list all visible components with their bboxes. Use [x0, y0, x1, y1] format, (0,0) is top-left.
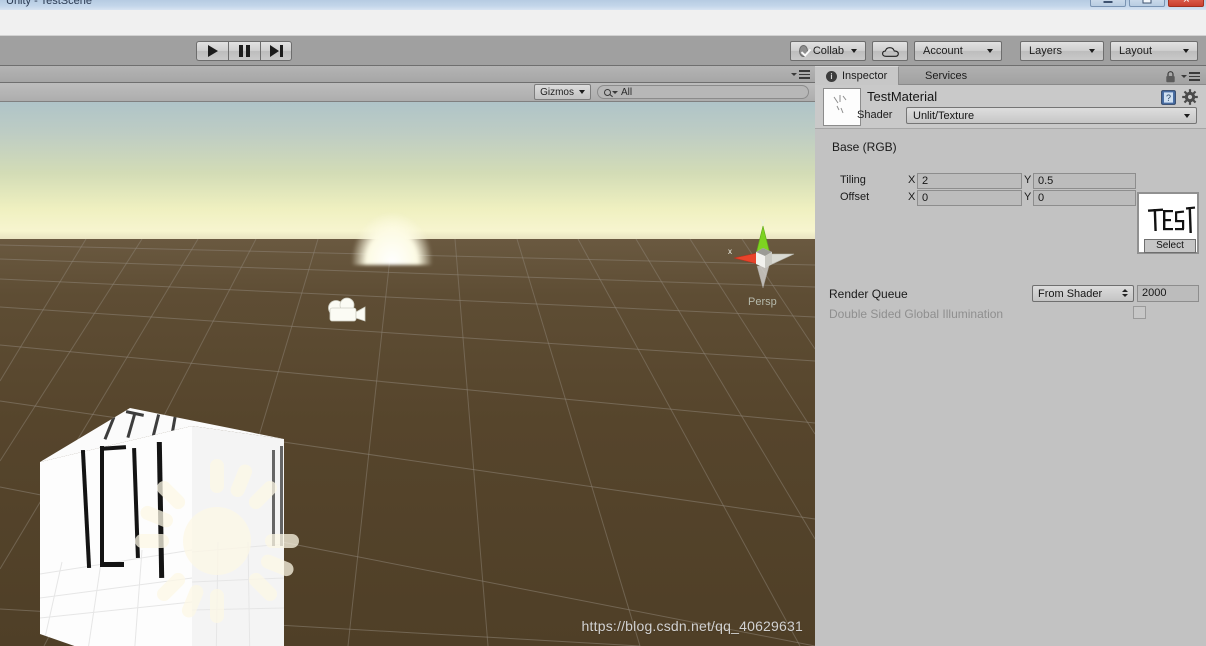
- toolbar-right-group: Collab Account Layers Layout: [790, 41, 1198, 61]
- hamburger-icon: [799, 70, 810, 79]
- double-sided-gi-checkbox[interactable]: [1133, 306, 1146, 319]
- scene-search-input[interactable]: All: [597, 85, 809, 99]
- os-title-bar: Unity - TestScene ✕: [0, 0, 1206, 10]
- axis-negy-cone: [756, 265, 770, 289]
- account-button[interactable]: Account: [914, 41, 1002, 61]
- tab-inspector[interactable]: i Inspector: [815, 66, 900, 85]
- tiling-x-axis-label: X: [908, 174, 916, 186]
- camera-gizmo-icon[interactable]: [324, 296, 370, 326]
- gizmos-label: Gizmos: [540, 86, 574, 98]
- step-icon: [269, 45, 283, 57]
- tiling-y-axis-label: Y: [1024, 174, 1032, 186]
- tiling-x-input[interactable]: 2: [917, 173, 1022, 189]
- chevron-down-icon: [1181, 74, 1187, 78]
- tiling-label: Tiling: [840, 174, 866, 186]
- minimize-button[interactable]: [1090, 0, 1126, 7]
- menu-strip: [0, 10, 1206, 36]
- cloud-icon: [881, 46, 899, 57]
- layers-button[interactable]: Layers: [1020, 41, 1104, 61]
- material-header: TestMaterial ? Shader Unlit/Texture: [815, 85, 1206, 129]
- tiling-y-input[interactable]: 0.5: [1033, 173, 1136, 189]
- tab-services-label: Services: [925, 69, 968, 82]
- svg-text:y: y: [761, 217, 765, 226]
- step-button[interactable]: [260, 41, 292, 61]
- scene-view-panel: Gizmos All y x Persp https://blog.csdn.n…: [0, 66, 815, 646]
- chevron-down-icon: [1089, 49, 1095, 53]
- window-title: Unity - TestScene: [6, 0, 93, 7]
- material-properties: Base (RGB) Tiling X 2 Y 0.5 Offset X 0 Y…: [815, 129, 1206, 646]
- offset-label: Offset: [840, 191, 870, 203]
- play-icon: [207, 45, 218, 57]
- close-button[interactable]: ✕: [1168, 0, 1204, 7]
- scene-viewport[interactable]: y x Persp https://blog.csdn.net/qq_40629…: [0, 102, 815, 646]
- chevron-down-icon: [612, 90, 618, 94]
- material-name: TestMaterial: [867, 89, 938, 104]
- gizmos-dropdown[interactable]: Gizmos: [534, 84, 591, 100]
- tab-services[interactable]: Services: [914, 66, 978, 85]
- shader-dropdown[interactable]: Unlit/Texture: [906, 107, 1197, 124]
- offset-y-axis-label: Y: [1024, 191, 1032, 203]
- inspector-menu-button[interactable]: [1181, 72, 1200, 81]
- play-button[interactable]: [196, 41, 228, 61]
- chevron-down-icon: [851, 49, 857, 53]
- chevron-down-icon: [579, 90, 585, 94]
- layout-label: Layout: [1119, 45, 1153, 57]
- inspector-panel: i Inspector Services TestMaterial ? Shad…: [815, 66, 1206, 646]
- offset-x-input[interactable]: 0: [917, 190, 1022, 206]
- chevron-down-icon: [791, 72, 797, 76]
- perspective-label[interactable]: Persp: [748, 296, 777, 308]
- render-queue-label: Render Queue: [829, 287, 908, 301]
- account-label: Account: [923, 45, 963, 57]
- maximize-button[interactable]: [1129, 0, 1165, 7]
- render-queue-mode: From Shader: [1038, 287, 1103, 300]
- svg-text:x: x: [728, 247, 732, 256]
- shader-value: Unlit/Texture: [913, 109, 975, 122]
- cloud-button[interactable]: [872, 41, 908, 61]
- render-queue-dropdown[interactable]: From Shader: [1032, 285, 1134, 302]
- svg-text:?: ?: [1166, 93, 1171, 103]
- pause-icon: [239, 45, 250, 57]
- inspector-tab-bar: i Inspector Services: [815, 66, 1206, 85]
- info-icon: i: [826, 70, 837, 82]
- collab-label: Collab: [812, 45, 844, 57]
- tab-inspector-label: Inspector: [842, 70, 888, 82]
- scene-view-toolbar: Gizmos All: [0, 83, 815, 102]
- scene-axis-gizmo[interactable]: y x: [718, 214, 808, 304]
- layout-button[interactable]: Layout: [1110, 41, 1198, 61]
- axis-center-cube: [756, 248, 772, 268]
- check-circle-icon: [799, 45, 808, 57]
- chevron-down-icon: [987, 49, 993, 53]
- tiling-row: Tiling X 2 Y 0.5: [815, 173, 1206, 190]
- material-preview-thumbnail[interactable]: [823, 88, 861, 126]
- texture-select-button[interactable]: Select: [1144, 239, 1196, 253]
- stepper-icon: [1122, 289, 1128, 297]
- scene-tab-bar: [0, 66, 815, 83]
- scene-search-value: All: [621, 86, 633, 98]
- layers-label: Layers: [1029, 45, 1063, 57]
- pause-button[interactable]: [228, 41, 260, 61]
- gear-icon[interactable]: [1182, 89, 1198, 105]
- sun-glow: [352, 213, 432, 265]
- collab-button[interactable]: Collab: [790, 41, 866, 61]
- offset-x-axis-label: X: [908, 191, 916, 203]
- chevron-down-icon: [1183, 49, 1189, 53]
- shader-label: Shader: [857, 109, 893, 121]
- watermark-text: https://blog.csdn.net/qq_40629631: [581, 618, 803, 634]
- light-gizmo-icon[interactable]: [133, 457, 301, 625]
- hamburger-icon: [1189, 72, 1200, 81]
- chevron-down-icon: [1184, 113, 1190, 118]
- playback-controls: [196, 41, 292, 61]
- window-controls: ✕: [1090, 0, 1204, 7]
- render-queue-value-input[interactable]: 2000: [1137, 285, 1199, 302]
- scene-panel-menu-button[interactable]: [791, 70, 810, 79]
- double-sided-gi-label: Double Sided Global Illumination: [829, 307, 1004, 321]
- texture-slot[interactable]: Select: [1137, 192, 1199, 254]
- base-rgb-label: Base (RGB): [832, 140, 897, 154]
- search-icon: [604, 88, 611, 96]
- offset-y-input[interactable]: 0: [1033, 190, 1136, 206]
- help-icon[interactable]: ?: [1161, 90, 1176, 105]
- unity-editor-window: Unity - TestScene ✕ Collab Account: [0, 0, 1206, 646]
